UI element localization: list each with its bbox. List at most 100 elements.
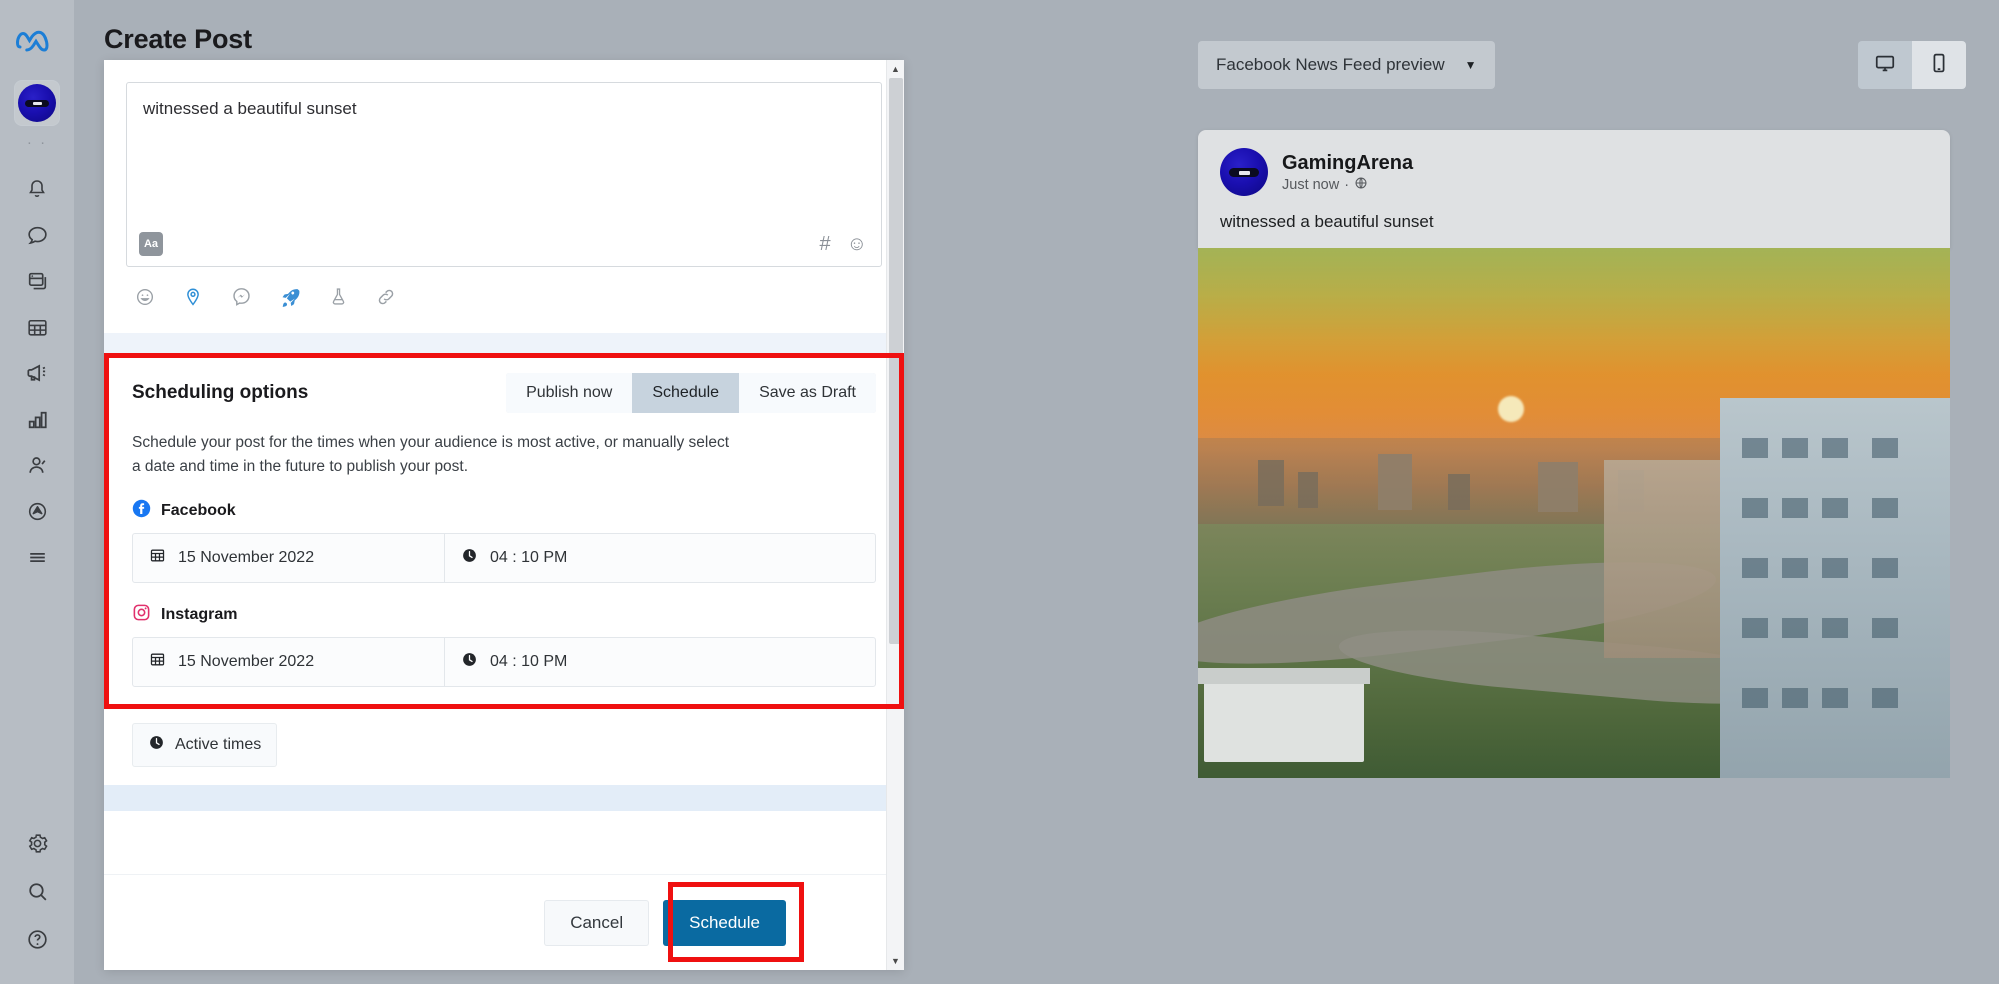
avatar[interactable] — [14, 80, 60, 126]
dialog-footer: Cancel Schedule — [104, 874, 904, 970]
messenger-icon — [230, 285, 253, 313]
post-meta: Just now · — [1282, 176, 1413, 194]
instagram-time-picker[interactable]: 04 : 10 PM — [445, 638, 875, 686]
monitor-icon — [1874, 52, 1896, 79]
boost-circle-icon — [25, 499, 50, 524]
grid-calendar-icon — [25, 315, 50, 340]
search-icon — [25, 879, 50, 904]
scheduling-options-section: Scheduling options Publish now Schedule … — [104, 353, 904, 710]
page-title: Create Post — [104, 24, 252, 54]
post-author-block: GamingArena Just now · — [1282, 151, 1413, 194]
scrollbar-thumb[interactable] — [889, 78, 903, 644]
post-preview-text: witnessed a beautiful sunset — [1220, 212, 1434, 231]
preview-select-label: Facebook News Feed preview — [1216, 55, 1445, 74]
megaphone-icon — [24, 360, 50, 386]
tab-save-as-draft[interactable]: Save as Draft — [739, 373, 876, 413]
mid-building-block — [1604, 460, 1724, 658]
clock-icon — [148, 734, 165, 756]
sidebar-item-insights[interactable] — [9, 396, 65, 442]
active-times-section: Active times — [104, 709, 904, 786]
composer-inline-actions: # ☺ — [819, 234, 867, 254]
device-desktop-button[interactable] — [1858, 41, 1912, 89]
tool-messenger[interactable] — [230, 285, 253, 313]
scheduling-description: Schedule your post for the times when yo… — [132, 434, 730, 476]
sidebar-item-search[interactable] — [9, 868, 65, 914]
dialog-scroll-body: witnessed a beautiful sunset Aa # ☺ Sche… — [104, 60, 904, 874]
calendar-icon — [149, 651, 166, 673]
tool-location[interactable] — [182, 286, 204, 313]
tab-schedule[interactable]: Schedule — [632, 373, 740, 413]
emoji-picker-icon[interactable]: ☺ — [847, 234, 867, 254]
post-preview-image — [1198, 248, 1950, 778]
scrollbar-track[interactable] — [887, 78, 904, 952]
preview-pane: Facebook News Feed preview ▼ GamingArena… — [1134, 0, 1999, 984]
meta-logo-icon[interactable] — [15, 26, 59, 56]
facebook-time-picker[interactable]: 04 : 10 PM — [445, 534, 875, 582]
tool-link[interactable] — [375, 286, 397, 313]
network-label-facebook: Facebook — [132, 499, 876, 523]
sidebar-item-ads[interactable] — [9, 350, 65, 396]
scheduling-tab-group: Publish now Schedule Save as Draft — [506, 373, 876, 413]
facebook-icon — [132, 499, 151, 523]
device-mobile-button[interactable] — [1912, 41, 1966, 89]
app-window: · · Create Post witnessed a beautiful su… — [0, 0, 1999, 984]
globe-icon — [1354, 176, 1368, 194]
sidebar-item-settings[interactable] — [9, 820, 65, 866]
tool-experiment[interactable] — [328, 286, 349, 312]
tool-emoji[interactable] — [134, 286, 156, 313]
scheduling-header: Scheduling options Publish now Schedule … — [132, 373, 876, 413]
sidebar-item-notifications[interactable] — [9, 166, 65, 212]
sidebar-item-posts[interactable] — [9, 258, 65, 304]
cancel-button[interactable]: Cancel — [544, 899, 650, 946]
building — [1298, 472, 1318, 508]
post-author-name: GamingArena — [1282, 151, 1414, 174]
building — [1378, 454, 1412, 510]
footer-band — [104, 785, 904, 812]
left-nav-rail: · · — [0, 0, 74, 984]
text-format-icon[interactable]: Aa — [139, 232, 163, 256]
active-times-button[interactable]: Active times — [132, 723, 278, 768]
bar-chart-icon — [25, 407, 50, 432]
hashtag-icon[interactable]: # — [819, 234, 830, 254]
tool-boost[interactable] — [279, 285, 302, 313]
section-divider — [104, 333, 904, 353]
instagram-time-value: 04 : 10 PM — [490, 653, 568, 671]
rail-divider-dots: · · — [26, 134, 48, 151]
scheduling-title: Scheduling options — [132, 382, 309, 403]
sidebar-item-help[interactable] — [9, 916, 65, 962]
post-text-value: witnessed a beautiful sunset — [143, 99, 357, 118]
schedule-button[interactable]: Schedule — [663, 899, 786, 946]
hamburger-icon — [25, 545, 50, 570]
dialog-scrollbar[interactable]: ▲ ▼ — [886, 60, 904, 970]
avatar-image — [18, 84, 56, 122]
composer-input-footer: Aa # ☺ — [139, 232, 867, 256]
instagram-date-picker[interactable]: 15 November 2022 — [133, 638, 445, 687]
tab-publish-now[interactable]: Publish now — [506, 373, 633, 413]
bell-icon — [25, 177, 49, 201]
scroll-down-arrow[interactable]: ▼ — [891, 952, 900, 970]
sidebar-item-more[interactable] — [9, 534, 65, 580]
post-preview-header: GamingArena Just now · — [1198, 130, 1950, 202]
foreground-tower — [1720, 398, 1950, 778]
sidebar-item-calendar[interactable] — [9, 304, 65, 350]
sidebar-item-messages[interactable] — [9, 212, 65, 258]
sidebar-item-audience[interactable] — [9, 442, 65, 488]
scroll-up-arrow[interactable]: ▲ — [891, 60, 900, 78]
help-circle-icon — [25, 927, 50, 952]
instagram-icon — [132, 603, 151, 627]
link-icon — [375, 286, 397, 313]
rail-bottom-icons — [9, 820, 65, 984]
facebook-time-value: 04 : 10 PM — [490, 549, 568, 567]
post-text-input[interactable]: witnessed a beautiful sunset Aa # ☺ — [126, 82, 882, 267]
white-building — [1198, 668, 1370, 762]
sidebar-item-boost[interactable] — [9, 488, 65, 534]
gear-icon — [25, 831, 50, 856]
facebook-date-picker[interactable]: 15 November 2022 — [133, 534, 445, 583]
chevron-down-icon: ▼ — [1464, 58, 1477, 72]
network-label-instagram: Instagram — [132, 603, 876, 627]
preview-type-select[interactable]: Facebook News Feed preview ▼ — [1198, 41, 1495, 89]
composer-area: witnessed a beautiful sunset Aa # ☺ — [104, 60, 904, 267]
scheduling-panel: Scheduling options Publish now Schedule … — [104, 353, 904, 710]
main-area: Create Post witnessed a beautiful sunset… — [74, 0, 1999, 984]
post-meta-separator: · — [1344, 176, 1350, 193]
